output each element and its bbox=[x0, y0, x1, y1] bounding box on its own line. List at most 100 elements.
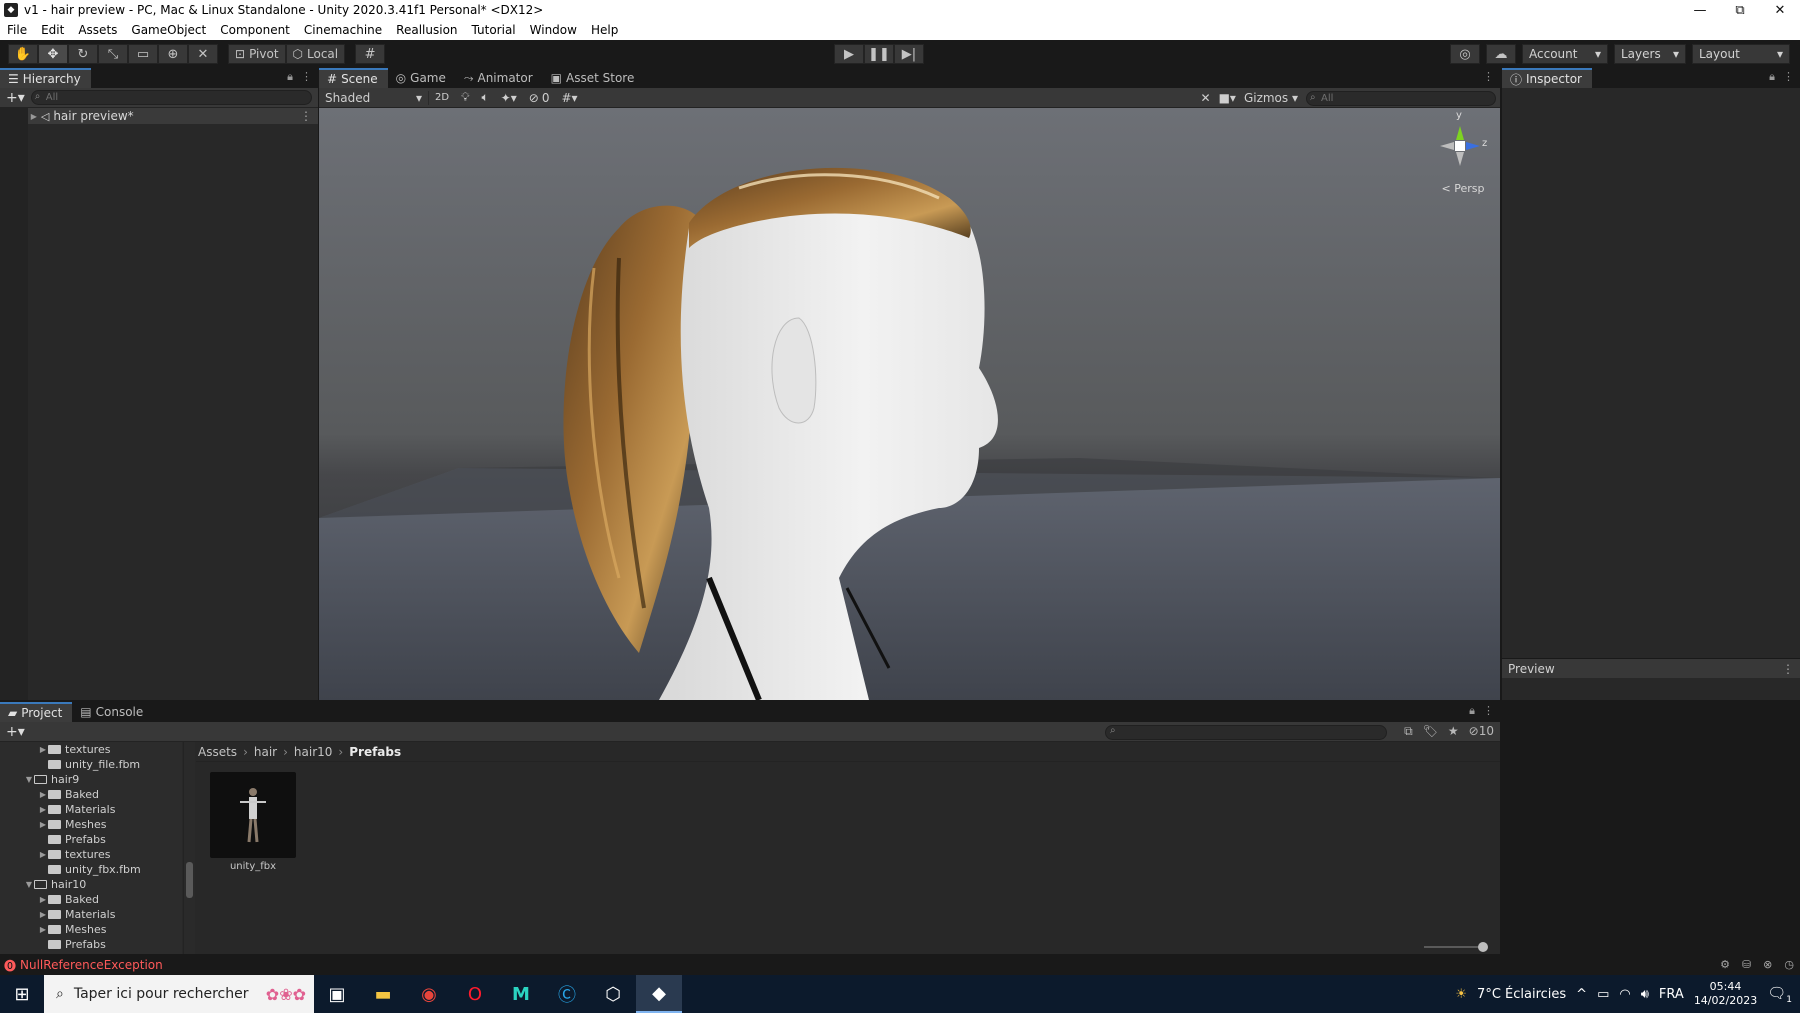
tree-scroll-thumb[interactable] bbox=[186, 862, 193, 898]
menu-file[interactable]: File bbox=[0, 23, 34, 37]
menu-reallusion[interactable]: Reallusion bbox=[389, 23, 464, 37]
tree-item[interactable]: Prefabs bbox=[0, 832, 182, 847]
windows-start-icon[interactable]: ⊞ bbox=[0, 975, 44, 1013]
tools-icon[interactable]: ✕ bbox=[1201, 91, 1211, 105]
battery-icon[interactable]: ▭ bbox=[1597, 987, 1609, 1002]
expand-right-icon[interactable]: ▶ bbox=[38, 805, 48, 814]
scene-row[interactable]: 👁︎ ▶ ◁ hair preview* ⋮ bbox=[0, 108, 318, 124]
favorite-icon[interactable]: ★ bbox=[1448, 724, 1459, 739]
menu-edit[interactable]: Edit bbox=[34, 23, 71, 37]
transform-tool-icon[interactable]: ⊕ bbox=[158, 44, 188, 64]
add-icon[interactable]: +▾ bbox=[6, 90, 25, 106]
asset-tile[interactable]: unity_fbx bbox=[210, 772, 296, 872]
notification-icon[interactable]: 🗨︎1 bbox=[1767, 984, 1792, 1005]
breadcrumb-prefabs[interactable]: Prefabs bbox=[349, 745, 401, 759]
kebab-menu-icon[interactable]: ⋮ bbox=[1483, 704, 1494, 718]
expand-right-icon[interactable]: ▶ bbox=[38, 790, 48, 799]
wifi-icon[interactable]: ◠ bbox=[1619, 987, 1630, 1002]
kebab-menu-icon[interactable]: ⋮ bbox=[1483, 70, 1494, 83]
tree-item[interactable]: ▶ Materials bbox=[0, 802, 182, 817]
tab-hierarchy[interactable]: ☰ Hierarchy bbox=[0, 68, 91, 88]
zoom-slider-knob[interactable] bbox=[1478, 942, 1488, 952]
expand-down-icon[interactable]: ▼ bbox=[24, 880, 34, 889]
filter-type-icon[interactable]: ⧉ bbox=[1404, 724, 1413, 739]
weather-text[interactable]: 7°C Éclaircies bbox=[1477, 987, 1566, 1002]
scene-search-input[interactable]: All bbox=[1306, 90, 1496, 106]
rotate-tool-icon[interactable]: ↻ bbox=[68, 44, 98, 64]
tree-item[interactable]: ▶ Meshes bbox=[0, 922, 182, 937]
rect-tool-icon[interactable]: ▭ bbox=[128, 44, 158, 64]
minimize-button[interactable]: — bbox=[1680, 0, 1720, 20]
tree-item[interactable]: ▼ hair10 bbox=[0, 877, 182, 892]
menu-assets[interactable]: Assets bbox=[71, 23, 124, 37]
kebab-menu-icon[interactable]: ⋮ bbox=[300, 109, 312, 123]
breadcrumb-hair10[interactable]: hair10 bbox=[294, 745, 333, 759]
layers-dropdown[interactable]: Layers ▾ bbox=[1614, 44, 1686, 64]
tab-console[interactable]: ▤ Console bbox=[72, 702, 153, 722]
expand-right-icon[interactable]: ▶ bbox=[38, 820, 48, 829]
hierarchy-search-input[interactable]: All bbox=[30, 90, 312, 105]
pause-icon[interactable]: ❚❚ bbox=[864, 44, 894, 64]
menu-cinemachine[interactable]: Cinemachine bbox=[297, 23, 389, 37]
menu-gameobject[interactable]: GameObject bbox=[124, 23, 213, 37]
tree-item[interactable]: ▶ Meshes bbox=[0, 817, 182, 832]
language-indicator[interactable]: FRA bbox=[1659, 987, 1684, 1002]
tree-item[interactable]: unity_file.fbm bbox=[0, 757, 182, 772]
audio-icon[interactable]: 🔈︎ bbox=[475, 90, 494, 105]
expand-right-icon[interactable]: ▶ bbox=[38, 910, 48, 919]
gizmos-dropdown[interactable]: Gizmos ▾ bbox=[1244, 91, 1298, 105]
tree-item[interactable]: Prefabs bbox=[0, 937, 182, 952]
taskbar-search-input[interactable]: ⌕ Taper ici pour rechercher ✿❀✿ bbox=[44, 975, 314, 1013]
tab-game[interactable]: ◎ Game bbox=[388, 68, 456, 88]
expand-right-icon[interactable]: ▶ bbox=[38, 925, 48, 934]
opera-icon[interactable]: O bbox=[452, 975, 498, 1013]
breadcrumb-assets[interactable]: Assets bbox=[198, 745, 237, 759]
zoom-slider[interactable] bbox=[1424, 942, 1488, 952]
move-tool-icon[interactable]: ✥ bbox=[38, 44, 68, 64]
unity-hub-icon[interactable]: ⬡ bbox=[590, 975, 636, 1013]
shading-dropdown[interactable]: Shaded ▾ bbox=[319, 90, 429, 105]
lock-icon[interactable]: 🔒︎ bbox=[287, 70, 293, 84]
app-c-icon[interactable]: Ⓒ bbox=[544, 975, 590, 1013]
lock-icon[interactable]: 🔒︎ bbox=[1769, 70, 1775, 84]
tab-scene[interactable]: # Scene bbox=[319, 68, 388, 88]
unity-editor-icon[interactable]: ◆ bbox=[636, 975, 682, 1013]
step-icon[interactable]: ▶| bbox=[894, 44, 924, 64]
kebab-menu-icon[interactable]: ⋮ bbox=[301, 70, 312, 84]
cloud-icon[interactable]: ☁ bbox=[1486, 44, 1516, 64]
menu-help[interactable]: Help bbox=[584, 23, 625, 37]
orientation-gizmo[interactable]: y z < Persp bbox=[1430, 110, 1490, 200]
expand-right-icon[interactable]: ▶ bbox=[38, 850, 48, 859]
close-button[interactable]: ✕ bbox=[1760, 0, 1800, 20]
custom-tool-icon[interactable]: ✕ bbox=[188, 44, 218, 64]
tree-scrollbar[interactable] bbox=[183, 742, 195, 954]
expand-right-icon[interactable]: ▶ bbox=[38, 895, 48, 904]
expand-right-icon[interactable]: ▶ bbox=[38, 745, 48, 754]
restore-button[interactable]: ⧉ bbox=[1720, 0, 1760, 20]
camera-icon[interactable]: ■▾ bbox=[1219, 91, 1236, 105]
tree-item[interactable]: ▶ Baked bbox=[0, 787, 182, 802]
error-message[interactable]: ⓿ NullReferenceException bbox=[0, 957, 163, 974]
tree-item[interactable]: ▶ Baked bbox=[0, 892, 182, 907]
expand-arrow-icon[interactable]: ▶ bbox=[31, 112, 37, 121]
file-explorer-icon[interactable]: ▬ bbox=[360, 975, 406, 1013]
preview-header[interactable]: Preview ⋮ bbox=[1502, 658, 1800, 678]
kebab-menu-icon[interactable]: ⋮ bbox=[1782, 662, 1794, 676]
pivot-toggle[interactable]: ⊡ Pivot bbox=[228, 44, 286, 64]
scene-viewport[interactable]: y z < Persp bbox=[319, 108, 1500, 700]
hand-tool-icon[interactable]: ✋ bbox=[8, 44, 38, 64]
clock[interactable]: 05:44 14/02/2023 bbox=[1694, 980, 1757, 1008]
chrome-icon[interactable]: ◉ bbox=[406, 975, 452, 1013]
menu-window[interactable]: Window bbox=[523, 23, 584, 37]
tree-item[interactable]: ▶ textures bbox=[0, 742, 182, 757]
tab-animator[interactable]: ⤳ Animator bbox=[456, 68, 543, 88]
account-dropdown[interactable]: Account ▾ bbox=[1522, 44, 1608, 64]
menu-tutorial[interactable]: Tutorial bbox=[465, 23, 523, 37]
add-icon[interactable]: +▾ bbox=[6, 724, 25, 740]
project-folder-tree[interactable]: ▶ textures unity_file.fbm ▼ hair9 ▶ Baked ▶ Mate… bbox=[0, 742, 182, 954]
debug-icon[interactable]: ⚙︎ bbox=[1720, 958, 1730, 971]
tab-project[interactable]: ▰ Project bbox=[0, 702, 73, 722]
perspective-label[interactable]: < Persp bbox=[1428, 182, 1498, 195]
volume-icon[interactable]: 🔊︎ bbox=[1641, 987, 1649, 1002]
tree-item[interactable]: ▶ textures bbox=[0, 847, 182, 862]
